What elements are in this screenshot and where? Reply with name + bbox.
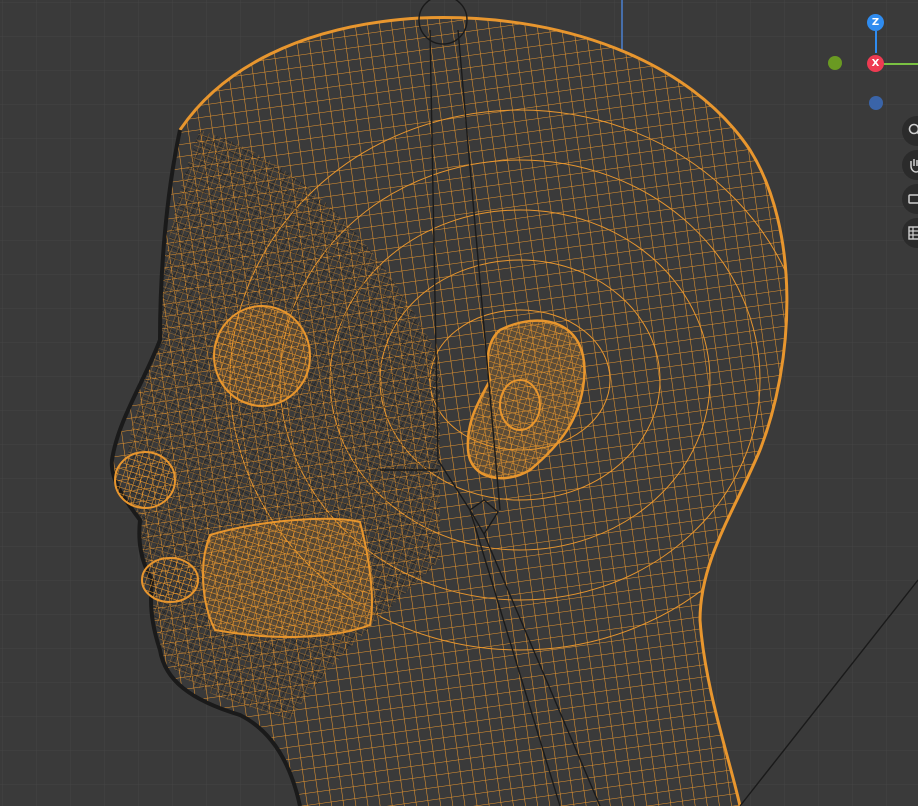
neg-y-axis-handle[interactable] xyxy=(828,56,842,70)
x-axis-handle[interactable]: X xyxy=(867,55,884,72)
viewport-nav-tools xyxy=(902,116,918,252)
pan-hand-icon xyxy=(910,159,918,173)
zoom-button[interactable] xyxy=(902,116,918,146)
y-axis-stem xyxy=(884,63,918,65)
z-axis-handle[interactable]: Z xyxy=(867,14,884,31)
mouth-mesh xyxy=(202,517,373,638)
scene-canvas[interactable] xyxy=(0,0,918,806)
z-axis-stem xyxy=(875,31,877,53)
zoom-magnifier-icon xyxy=(908,123,918,135)
camera-view-button[interactable] xyxy=(902,184,918,214)
pan-button[interactable] xyxy=(902,150,918,180)
grid-view-icon xyxy=(908,226,918,240)
grid-view-button[interactable] xyxy=(902,218,918,248)
navigation-gizmo[interactable]: Z X xyxy=(828,0,918,120)
eye-mesh xyxy=(213,305,311,407)
camera-view-icon xyxy=(908,194,918,204)
3d-viewport[interactable]: Z X xyxy=(0,0,918,806)
neg-z-axis-handle[interactable] xyxy=(869,96,883,110)
